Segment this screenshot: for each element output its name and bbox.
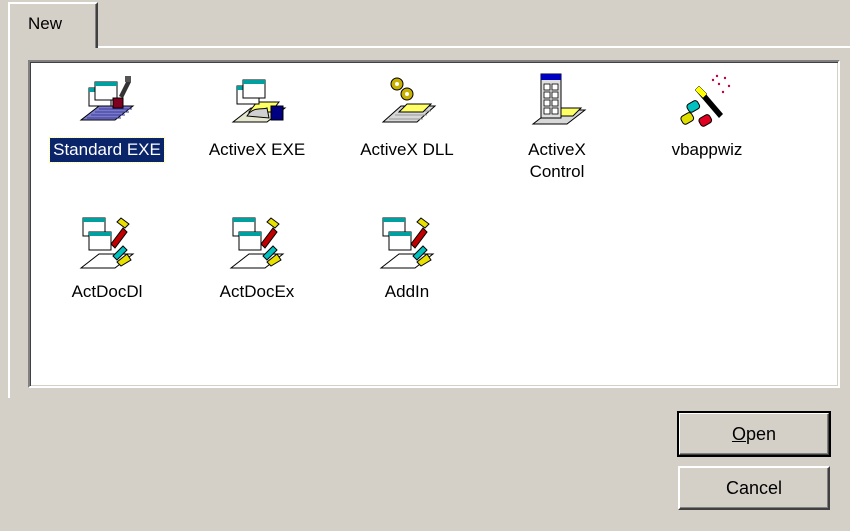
activex-document-dll-icon: [79, 217, 135, 269]
activex-dll-icon: [381, 77, 437, 123]
open-button[interactable]: Open: [677, 411, 831, 457]
project-item-addin[interactable]: AddIn: [332, 214, 482, 304]
activex-exe-icon: [231, 79, 287, 123]
project-item-activex-exe[interactable]: ActiveX EXE: [182, 72, 332, 162]
item-label: vbappwiz: [671, 140, 743, 159]
item-label: ActDocDl: [71, 282, 143, 301]
project-item-actdocdl[interactable]: ActDocDl: [32, 214, 182, 304]
addin-icon: [379, 217, 435, 269]
item-label: ActiveX Control: [528, 140, 586, 181]
project-item-actdocex[interactable]: ActDocEx: [182, 214, 332, 304]
item-label: ActiveX EXE: [208, 140, 306, 159]
cancel-button-label: Cancel: [725, 478, 783, 498]
open-button-label: pen: [745, 424, 777, 444]
activex-control-icon: [531, 73, 587, 125]
tab-new-label: New: [28, 14, 63, 33]
tab-new[interactable]: New: [8, 2, 98, 48]
project-item-activex-dll[interactable]: ActiveX DLL: [332, 72, 482, 162]
project-item-vbappwiz[interactable]: vbappwiz: [632, 72, 782, 162]
item-label: Standard EXE: [49, 137, 165, 163]
wizard-icon: [680, 74, 731, 127]
standard-exe-icon: [79, 76, 135, 121]
item-label: ActDocEx: [219, 282, 295, 301]
item-label: ActiveX DLL: [360, 140, 454, 159]
open-button-accelerator: O: [731, 424, 746, 444]
project-item-standard-exe[interactable]: Standard EXE: [32, 72, 182, 163]
project-type-list[interactable]: Standard EXE ActiveX EXE ActiveX DLL Act…: [28, 60, 840, 388]
cancel-button[interactable]: Cancel: [678, 466, 830, 510]
activex-document-exe-icon: [229, 217, 285, 269]
item-label: AddIn: [384, 282, 430, 301]
project-item-activex-control[interactable]: ActiveX Control: [482, 72, 632, 184]
